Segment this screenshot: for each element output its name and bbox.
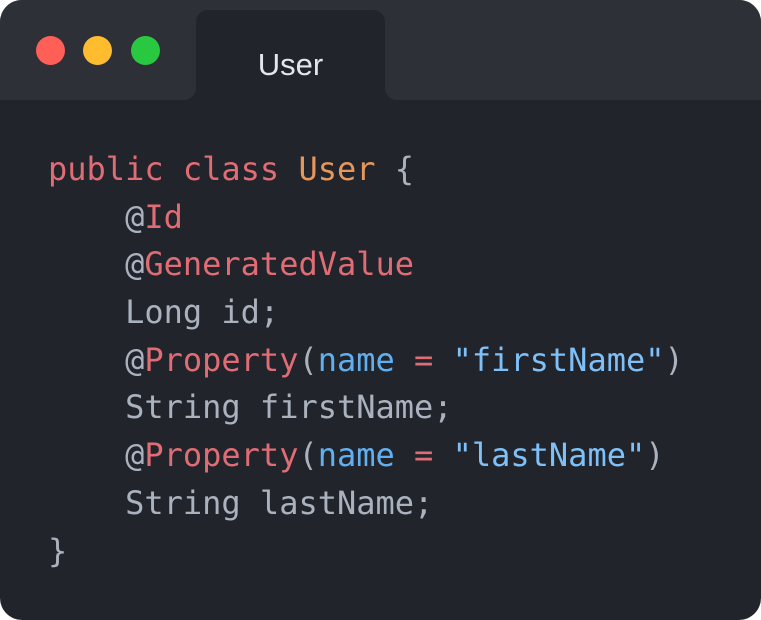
field-last-name-declaration: String lastName; xyxy=(125,483,434,522)
maximize-button[interactable] xyxy=(131,36,160,65)
equals-operator: = xyxy=(414,436,434,475)
minimize-button[interactable] xyxy=(83,36,112,65)
attribute-name: name xyxy=(317,340,395,379)
at-sign: @ xyxy=(125,245,145,284)
field-id-declaration: Long id; xyxy=(125,293,280,332)
annotation-generated-value: GeneratedValue xyxy=(144,245,415,284)
class-name: User xyxy=(298,150,376,188)
open-paren: ( xyxy=(298,436,318,475)
code-line-2: @Id xyxy=(48,194,684,242)
annotation-id: Id xyxy=(144,197,183,236)
keyword-public: public xyxy=(48,150,164,188)
field-first-name-declaration: String firstName; xyxy=(125,388,453,427)
title-bar: User xyxy=(0,0,761,100)
tab-title: User xyxy=(257,47,324,82)
code-line-9: } xyxy=(48,528,684,576)
keyword-class: class xyxy=(182,150,280,188)
close-paren: ) xyxy=(645,436,665,475)
attribute-name: name xyxy=(317,436,395,475)
code-line-6: String firstName; xyxy=(48,384,684,432)
open-paren: ( xyxy=(298,340,318,379)
close-paren: ) xyxy=(664,340,684,379)
tab-user[interactable]: User xyxy=(196,10,385,100)
close-button[interactable] xyxy=(36,36,65,65)
at-sign: @ xyxy=(125,197,145,236)
code-line-4: Long id; xyxy=(48,289,684,337)
code-line-8: String lastName; xyxy=(48,480,684,528)
code-line-7: @Property(name = "lastName") xyxy=(48,432,684,480)
annotation-property: Property xyxy=(144,340,299,379)
string-last-name: "lastName" xyxy=(452,436,646,475)
code-block[interactable]: public class User { @Id @GeneratedValue … xyxy=(48,146,684,575)
annotation-property: Property xyxy=(144,436,299,475)
code-line-3: @GeneratedValue xyxy=(48,241,684,289)
code-window: User public class User { @Id @GeneratedV… xyxy=(0,0,761,620)
code-line-5: @Property(name = "firstName") xyxy=(48,337,684,385)
string-first-name: "firstName" xyxy=(452,340,665,379)
at-sign: @ xyxy=(125,436,145,475)
open-brace: { xyxy=(394,150,415,188)
code-line-1: public class User { xyxy=(48,146,684,194)
close-brace: } xyxy=(48,531,68,570)
at-sign: @ xyxy=(125,340,145,379)
equals-operator: = xyxy=(414,340,434,379)
